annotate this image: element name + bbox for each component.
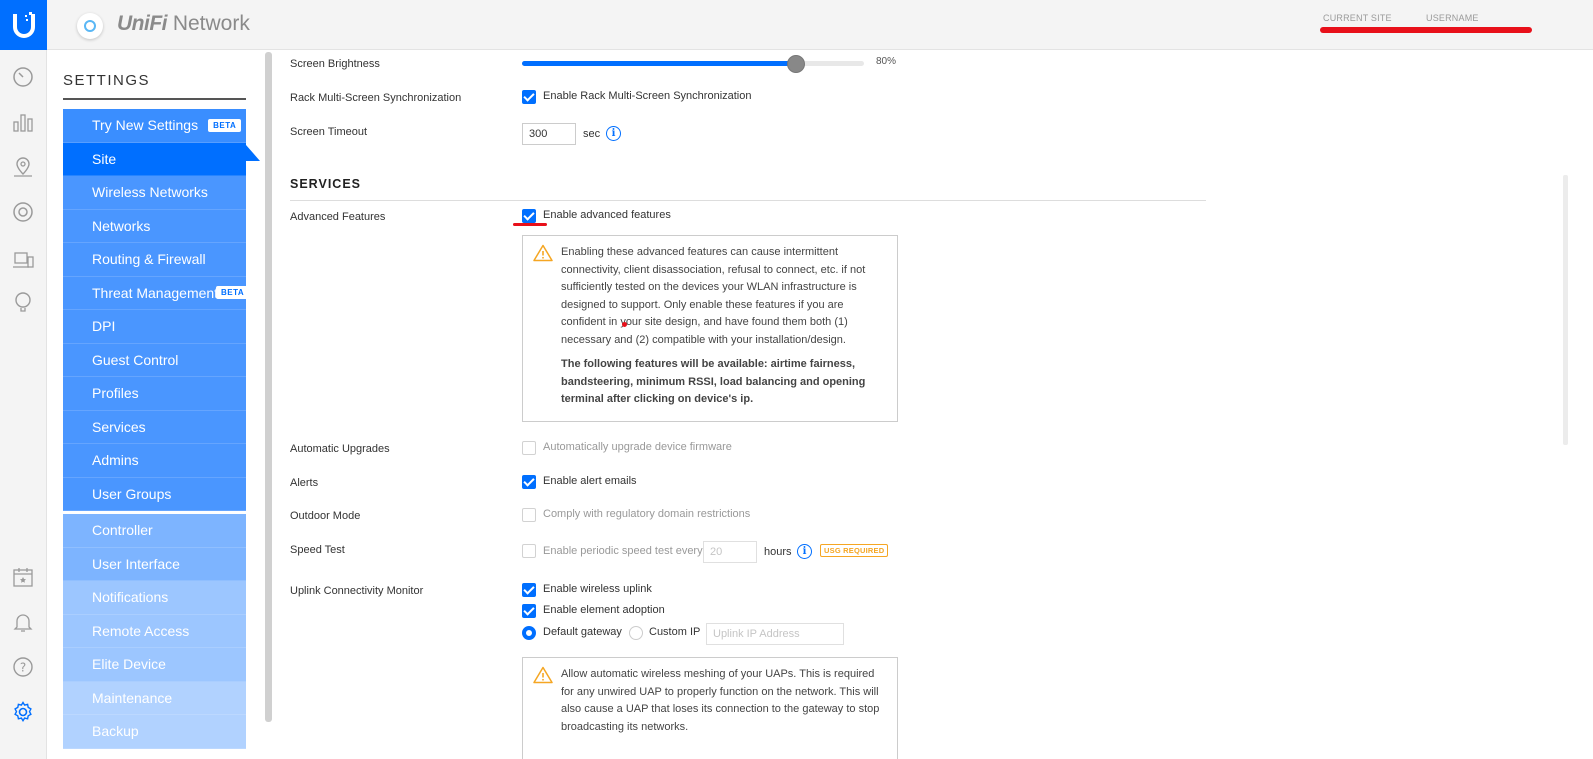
speed-test-option[interactable]: Enable periodic speed test every <box>543 545 703 557</box>
svg-text:?: ? <box>20 661 26 675</box>
sidebar-item-threat-management[interactable]: Threat Management BETA <box>63 276 246 310</box>
section-divider <box>290 200 1206 201</box>
brightness-slider-fill <box>522 61 796 66</box>
rack-sync-checkbox[interactable] <box>522 90 536 104</box>
insights-icon[interactable] <box>11 290 35 314</box>
speed-test-unit: hours <box>764 546 792 558</box>
sidebar-item-profiles[interactable]: Profiles <box>63 377 246 411</box>
uplink-ip-input[interactable]: Uplink IP Address <box>706 623 844 645</box>
alerts-icon[interactable] <box>11 610 35 634</box>
unifi-logo-icon <box>77 13 103 39</box>
sidebar-item-backup[interactable]: Backup <box>63 715 246 749</box>
beta-badge: BETA <box>208 118 242 132</box>
sidebar-item-notifications[interactable]: Notifications <box>63 581 246 615</box>
annotation-underline <box>513 223 547 226</box>
wireless-uplink-option[interactable]: Enable wireless uplink <box>543 583 652 595</box>
services-heading: SERVICES <box>290 177 361 191</box>
custom-ip-option[interactable]: Custom IP <box>649 626 700 638</box>
alerts-label: Alerts <box>290 477 319 489</box>
sidebar-item-networks[interactable]: Networks <box>63 209 246 243</box>
advanced-features-option[interactable]: Enable advanced features <box>543 209 671 221</box>
statistics-icon[interactable] <box>11 110 35 134</box>
info-icon[interactable]: i <box>797 544 812 559</box>
outdoor-mode-option[interactable]: Comply with regulatory domain restrictio… <box>543 508 750 520</box>
sidebar-item-remote-access[interactable]: Remote Access <box>63 614 246 648</box>
sidebar-item-user-groups[interactable]: User Groups <box>63 477 246 511</box>
features-available-text: The following features will be available… <box>561 358 866 405</box>
dashboard-icon[interactable] <box>11 65 35 89</box>
app-brand: UniFi Network <box>117 12 250 35</box>
warning-icon <box>533 666 553 684</box>
rack-sync-option[interactable]: Enable Rack Multi-Screen Synchronization <box>543 90 752 102</box>
events-icon[interactable] <box>11 565 35 589</box>
default-gateway-option[interactable]: Default gateway <box>543 626 622 638</box>
sidebar-item-controller[interactable]: Controller <box>63 514 246 548</box>
sidebar-item-try-new-settings[interactable]: Try New Settings BETA <box>63 109 246 143</box>
clients-icon[interactable] <box>11 248 35 272</box>
beta-badge: BETA <box>216 285 246 299</box>
settings-menu: Try New Settings BETA Site Wireless Netw… <box>63 109 246 749</box>
speed-test-label: Speed Test <box>290 544 345 556</box>
settings-title: SETTINGS <box>63 72 151 89</box>
annotation-dot <box>622 322 627 327</box>
current-site-label[interactable]: CURRENT SITE <box>1323 13 1392 23</box>
warning-icon <box>533 244 553 262</box>
devices-icon[interactable] <box>11 200 35 224</box>
top-bar: UniFi Network CURRENT SITE USERNAME <box>47 0 1593 50</box>
usg-required-badge: USG REQUIRED <box>820 544 889 557</box>
icon-rail: ? <box>0 0 47 759</box>
sidebar-item-maintenance[interactable]: Maintenance <box>63 681 246 715</box>
default-gateway-radio[interactable] <box>522 626 536 640</box>
custom-ip-radio[interactable] <box>629 626 643 640</box>
sidebar-scrollbar[interactable] <box>265 52 272 722</box>
element-adoption-checkbox[interactable] <box>522 604 536 618</box>
sidebar-item-site[interactable]: Site <box>63 142 246 176</box>
advanced-features-label: Advanced Features <box>290 211 386 223</box>
sidebar-item-services[interactable]: Services <box>63 410 246 444</box>
alert-emails-option[interactable]: Enable alert emails <box>543 475 637 487</box>
sidebar-item-routing-firewall[interactable]: Routing & Firewall <box>63 243 246 277</box>
outdoor-mode-label: Outdoor Mode <box>290 510 361 522</box>
speed-test-checkbox[interactable] <box>522 544 536 558</box>
active-item-indicator <box>246 145 260 161</box>
sidebar-item-user-interface[interactable]: User Interface <box>63 547 246 581</box>
help-icon[interactable]: ? <box>11 655 35 679</box>
sidebar-item-guest-control[interactable]: Guest Control <box>63 343 246 377</box>
speed-test-interval-input[interactable]: 20 <box>703 541 757 563</box>
ubiquiti-logo-icon[interactable] <box>0 0 47 50</box>
settings-icon[interactable] <box>11 700 35 724</box>
advanced-features-checkbox[interactable] <box>522 209 536 223</box>
sidebar-item-admins[interactable]: Admins <box>63 444 246 478</box>
warning-text: Enabling these advanced features can cau… <box>561 246 866 346</box>
settings-title-underline <box>63 98 246 100</box>
uplink-warning-text: Allow automatic wireless meshing of your… <box>561 668 880 733</box>
uplink-monitor-label: Uplink Connectivity Monitor <box>290 585 424 597</box>
sidebar-item-wireless-networks[interactable]: Wireless Networks <box>63 176 246 210</box>
auto-upgrade-option[interactable]: Automatically upgrade device firmware <box>543 441 732 453</box>
outdoor-mode-checkbox[interactable] <box>522 508 536 522</box>
screen-timeout-label: Screen Timeout <box>290 126 368 138</box>
sidebar-item-elite-device[interactable]: Elite Device <box>63 648 246 682</box>
content-scrollbar[interactable] <box>1563 175 1568 445</box>
brightness-slider-handle[interactable] <box>786 55 805 73</box>
wireless-uplink-checkbox[interactable] <box>522 583 536 597</box>
info-icon[interactable]: i <box>606 126 621 141</box>
redaction-mark <box>1320 27 1532 33</box>
auto-upgrade-checkbox[interactable] <box>522 441 536 455</box>
rack-sync-label: Rack Multi-Screen Synchronization <box>290 92 462 104</box>
brightness-value: 80% <box>876 56 897 67</box>
advanced-features-warning: Enabling these advanced features can cau… <box>522 235 898 422</box>
uplink-warning: Allow automatic wireless meshing of your… <box>522 657 898 759</box>
screen-brightness-label: Screen Brightness <box>290 58 380 70</box>
element-adoption-option[interactable]: Enable element adoption <box>543 604 665 616</box>
sidebar-item-dpi[interactable]: DPI <box>63 310 246 344</box>
screen-timeout-unit: sec <box>583 128 601 140</box>
automatic-upgrades-label: Automatic Upgrades <box>290 443 390 455</box>
username-label[interactable]: USERNAME <box>1426 13 1479 23</box>
screen-timeout-input[interactable]: 300 <box>522 123 576 145</box>
brightness-slider[interactable] <box>522 61 864 66</box>
alert-emails-checkbox[interactable] <box>522 475 536 489</box>
map-icon[interactable] <box>11 155 35 179</box>
